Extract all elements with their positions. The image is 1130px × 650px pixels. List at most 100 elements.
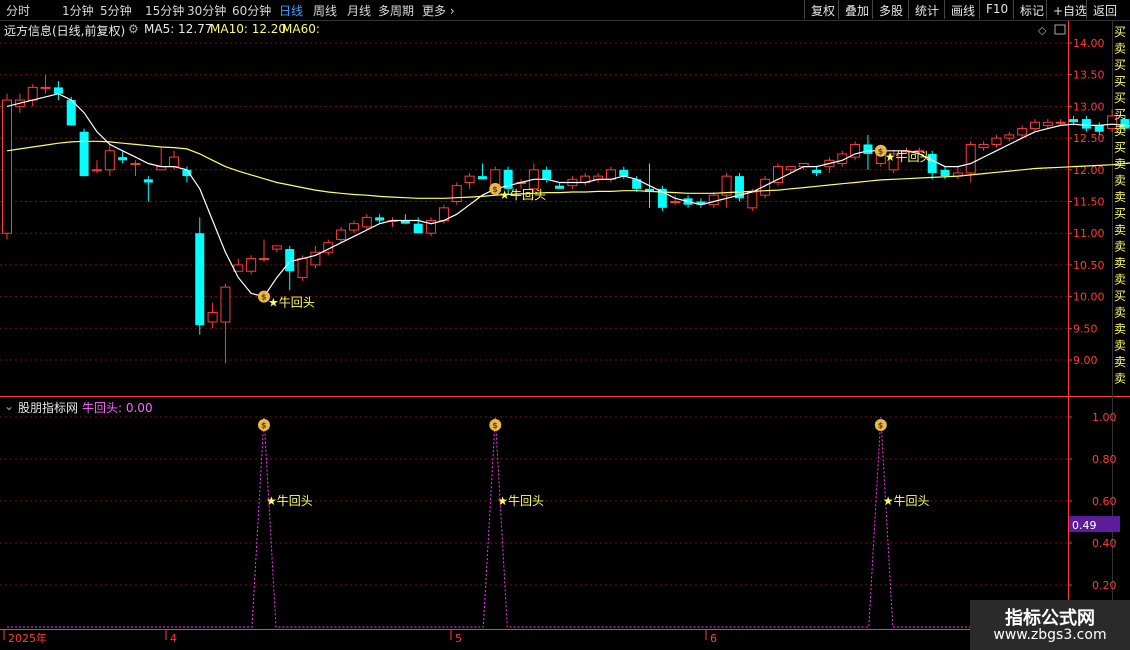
candle-body-up	[336, 229, 347, 241]
diamond-icon: ◇	[1038, 24, 1047, 37]
side-ticker-char: 买	[1114, 207, 1126, 221]
main-y-tick-label: 9.00	[1073, 354, 1098, 367]
ma5-line	[6, 93, 1130, 298]
candle-body-up	[1017, 128, 1028, 136]
indicator-line	[7, 416, 1130, 628]
money-bag-symbol: $	[878, 147, 884, 156]
candle-body-up	[169, 156, 180, 168]
sub-signal-label: ★牛回头	[266, 493, 313, 508]
side-ticker-char: 买	[1114, 75, 1126, 89]
candle-body-up	[361, 216, 372, 228]
main-y-tick-label: 10.00	[1073, 291, 1105, 304]
window-toggle-icon	[1054, 24, 1066, 35]
money-bag-symbol: $	[261, 421, 267, 430]
date-label: 4	[170, 632, 177, 645]
candle-body-down	[143, 179, 153, 183]
main-y-tick-label: 13.00	[1073, 100, 1105, 113]
candle-body-down	[1069, 119, 1079, 123]
cursor-value-label: 0.49	[1072, 519, 1097, 532]
side-ticker-char: 卖	[1114, 190, 1126, 204]
sub-y-tick-label: 0.20	[1092, 579, 1117, 592]
candle-body-up	[670, 201, 681, 203]
side-ticker-char: 卖	[1114, 322, 1126, 336]
side-ticker-char: 卖	[1114, 355, 1126, 369]
candle-body-up	[27, 86, 38, 101]
money-bag-symbol: $	[261, 293, 267, 302]
candle-body-down	[375, 217, 385, 221]
candle-body-up	[1004, 134, 1015, 139]
side-ticker-char: 卖	[1114, 339, 1126, 353]
candle-body-up	[220, 286, 231, 323]
candlestick-chart[interactable]: 14.0013.5013.0012.5012.0011.5011.0010.50…	[0, 0, 1130, 650]
candle-body-down	[812, 169, 822, 173]
candle-body-down	[619, 169, 629, 177]
candle-body-up	[965, 143, 976, 174]
candle-body-down	[477, 176, 487, 180]
side-ticker-char: 卖	[1114, 372, 1126, 386]
signal-label: ★牛回头	[268, 295, 315, 310]
candle-body-up	[785, 166, 796, 171]
candle-body-down	[79, 131, 89, 177]
candle-body-up	[91, 169, 102, 172]
candle-body-up	[207, 311, 218, 323]
candle-body-up	[348, 223, 359, 231]
candle-body-up	[605, 169, 616, 180]
main-y-tick-label: 11.50	[1073, 196, 1105, 209]
main-y-tick-label: 14.00	[1073, 37, 1105, 50]
date-label: 2025年	[8, 631, 47, 645]
date-label: 5	[455, 632, 462, 645]
side-ticker-char: 卖	[1114, 306, 1126, 320]
candle-body-down	[195, 233, 205, 326]
candle-body-up	[1030, 121, 1040, 130]
sub-y-tick-label: 0.60	[1092, 495, 1117, 508]
candle-body-up	[259, 258, 269, 261]
side-ticker-char: 买	[1114, 58, 1126, 72]
candle-body-down	[53, 87, 63, 94]
signal-label: ★牛回头	[885, 149, 932, 164]
candle-body-up	[978, 143, 989, 149]
main-y-tick-label: 9.50	[1073, 322, 1098, 335]
sub-signal-label: ★牛回头	[883, 493, 930, 508]
candle-body-up	[464, 175, 475, 183]
side-ticker-char: 卖	[1114, 223, 1126, 237]
candle-body-up	[451, 185, 462, 202]
sub-y-tick-label: 0.80	[1092, 453, 1117, 466]
main-y-tick-label: 13.50	[1073, 69, 1105, 82]
side-ticker-char: 卖	[1114, 42, 1126, 56]
sub-y-tick-label: 1.00	[1092, 411, 1117, 424]
candle-body-down	[118, 157, 128, 161]
sub-signal-label: ★牛回头	[497, 493, 544, 508]
candle-body-up	[773, 166, 783, 183]
sub-y-tick-label: 0.40	[1092, 537, 1117, 550]
side-ticker-char: 买	[1114, 25, 1126, 39]
candle-body-down	[863, 144, 873, 154]
side-ticker-char: 买	[1114, 108, 1126, 122]
candle-body-up	[246, 258, 257, 272]
side-ticker-char: 买	[1114, 141, 1126, 155]
main-y-tick-label: 10.50	[1073, 259, 1105, 272]
date-label: 6	[710, 632, 717, 645]
money-bag-symbol: $	[492, 421, 498, 430]
candle-body-down	[542, 169, 552, 180]
side-ticker-char: 买	[1114, 91, 1126, 105]
side-ticker-char: 卖	[1114, 273, 1126, 287]
candle-body-up	[2, 99, 12, 234]
side-ticker-char: 买	[1114, 289, 1126, 303]
candle-body-up	[40, 86, 51, 89]
candle-body-up	[104, 150, 115, 171]
candle-body-down	[555, 185, 565, 189]
side-ticker-char: 卖	[1114, 240, 1126, 254]
candle-body-up	[297, 258, 308, 279]
candle-body-up	[991, 137, 1002, 145]
candle-body-down	[285, 249, 295, 272]
candle-body-down	[1081, 119, 1091, 129]
candle-body-down	[940, 169, 950, 177]
candle-body-up	[1042, 121, 1053, 126]
money-bag-symbol: $	[492, 185, 498, 194]
candle-body-up	[747, 191, 758, 209]
side-ticker-char: 卖	[1114, 174, 1126, 188]
site-watermark: 指标公式网 www.zbgs3.com	[970, 600, 1130, 650]
side-ticker-char: 卖	[1114, 157, 1126, 171]
watermark-url: www.zbgs3.com	[993, 627, 1107, 643]
candle-body-up	[1055, 121, 1066, 124]
